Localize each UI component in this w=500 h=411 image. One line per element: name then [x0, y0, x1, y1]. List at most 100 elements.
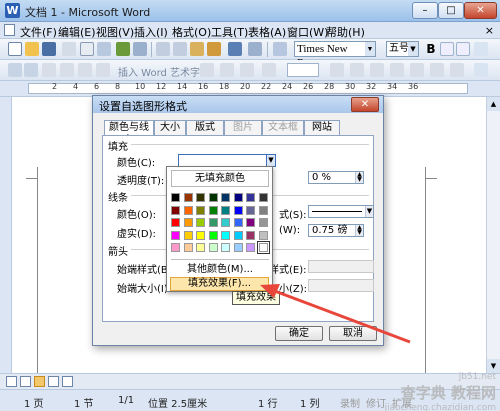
permission-icon[interactable]	[62, 42, 76, 56]
menu-view[interactable]: 视图(V)	[96, 24, 134, 40]
alignment-icon[interactable]	[390, 63, 404, 77]
color-swatch[interactable]	[233, 230, 243, 240]
color-swatch[interactable]	[258, 193, 268, 202]
transparency-input[interactable]: 0 % ▲ ▼	[308, 171, 364, 184]
underline-icon[interactable]	[456, 42, 470, 56]
open-folder-icon[interactable]	[25, 42, 39, 56]
color-swatch[interactable]	[183, 230, 193, 240]
menu-insert[interactable]: 插入(I)	[134, 24, 168, 40]
bold-icon[interactable]: B	[424, 42, 438, 56]
color-swatch[interactable]	[233, 193, 243, 202]
color-swatch[interactable]	[221, 218, 230, 227]
menu-table[interactable]: 表格(A)	[248, 24, 286, 40]
spinner-icon[interactable]: ▲ ▼	[355, 225, 363, 236]
same-height-icon[interactable]	[350, 63, 364, 77]
reading-view-icon[interactable]	[62, 376, 73, 387]
color-swatch[interactable]	[196, 205, 205, 215]
wordart-format-icon[interactable]	[220, 63, 234, 77]
scroll-down-icon[interactable]: ▼	[487, 359, 500, 373]
no-fill-option[interactable]: 无填充颜色	[171, 170, 269, 187]
spelling-icon[interactable]	[116, 42, 130, 56]
document-close-button[interactable]: ×	[485, 24, 494, 37]
redo-icon[interactable]	[248, 42, 262, 56]
color-swatch[interactable]	[171, 243, 180, 252]
italic-icon[interactable]	[440, 42, 454, 56]
draw-table-icon[interactable]	[24, 63, 38, 77]
line-style-select[interactable]: ▼	[308, 205, 374, 218]
group-icon[interactable]	[96, 63, 110, 77]
color-swatch[interactable]	[221, 243, 230, 252]
minimize-button[interactable]: –	[412, 2, 438, 19]
status-rec[interactable]: 录制	[340, 395, 360, 410]
font-name-select[interactable]: Times New Roma▼	[294, 41, 376, 69]
color-swatch[interactable]	[196, 243, 205, 252]
color-swatch[interactable]	[208, 230, 218, 240]
chevron-down-icon[interactable]: ▼	[408, 42, 418, 56]
hyperlink-icon[interactable]	[273, 42, 287, 56]
menu-format[interactable]: 格式(O)	[172, 24, 211, 40]
color-swatch[interactable]	[256, 241, 270, 254]
status-trk[interactable]: 修订	[366, 395, 386, 410]
chevron-down-icon[interactable]: ▼	[365, 42, 375, 56]
shadow-icon[interactable]	[430, 63, 444, 77]
color-swatch[interactable]	[246, 243, 255, 252]
color-swatch[interactable]	[171, 205, 180, 215]
copy-icon[interactable]	[173, 42, 187, 56]
print-preview-icon[interactable]	[97, 42, 111, 56]
text-direction-icon[interactable]	[330, 63, 344, 77]
chevron-down-icon[interactable]: ▼	[365, 206, 373, 217]
color-swatch[interactable]	[208, 218, 218, 227]
undo-icon[interactable]	[228, 42, 242, 56]
color-swatch[interactable]	[196, 218, 205, 227]
spacing-input[interactable]	[287, 63, 319, 77]
toolbar-options-icon[interactable]	[474, 42, 488, 56]
color-swatch[interactable]	[183, 243, 193, 252]
menu-file[interactable]: 文件(F)	[20, 24, 57, 40]
tab-web[interactable]: 网站	[304, 120, 340, 135]
color-swatch[interactable]	[233, 243, 243, 252]
color-swatch[interactable]	[233, 218, 243, 227]
maximize-button[interactable]: □	[438, 2, 464, 19]
more-colors-option[interactable]: 其他颜色(M)...	[171, 263, 269, 276]
color-swatch[interactable]	[196, 230, 205, 240]
color-swatch[interactable]	[246, 230, 255, 240]
paste-icon[interactable]	[190, 42, 204, 56]
normal-view-icon[interactable]	[6, 376, 17, 387]
research-icon[interactable]	[133, 42, 147, 56]
color-swatch[interactable]	[258, 205, 268, 215]
3d-icon[interactable]	[450, 63, 464, 77]
distribute-icon[interactable]	[60, 63, 74, 77]
color-swatch[interactable]	[171, 230, 180, 240]
new-document-icon[interactable]	[8, 42, 22, 56]
tab-colors-lines[interactable]: 颜色与线条	[104, 120, 154, 146]
color-swatch[interactable]	[183, 193, 193, 202]
color-swatch[interactable]	[246, 218, 255, 227]
menu-edit[interactable]: 编辑(E)	[58, 24, 96, 40]
color-swatch[interactable]	[208, 193, 218, 202]
vertical-ruler[interactable]	[0, 97, 12, 373]
color-swatch[interactable]	[208, 205, 218, 215]
print-layout-view-icon[interactable]	[34, 376, 45, 387]
color-swatch[interactable]	[258, 230, 268, 240]
color-swatch[interactable]	[246, 205, 255, 215]
format-painter-icon[interactable]	[207, 42, 221, 56]
color-swatch[interactable]	[221, 193, 230, 202]
menu-tools[interactable]: 工具(T)	[211, 24, 248, 40]
color-swatch[interactable]	[183, 205, 193, 215]
char-spacing-icon[interactable]	[410, 63, 424, 77]
spinner-icon[interactable]: ▲ ▼	[355, 172, 363, 183]
tab-layout[interactable]: 版式	[186, 120, 224, 135]
dialog-title-bar[interactable]: 设置自选图形格式 ✕	[93, 96, 383, 113]
wordart-shape-icon[interactable]	[240, 63, 254, 77]
menu-window[interactable]: 窗口(W)	[287, 24, 328, 40]
wordart-gallery-icon[interactable]	[200, 63, 214, 77]
align-icon[interactable]	[42, 63, 56, 77]
color-swatch[interactable]	[258, 218, 268, 227]
dialog-close-button[interactable]: ✕	[351, 97, 379, 112]
wordart-wrap-icon[interactable]	[262, 63, 276, 77]
vertical-scrollbar[interactable]: ▲ ▼	[486, 97, 500, 373]
color-swatch[interactable]	[171, 193, 180, 202]
color-swatch[interactable]	[208, 243, 218, 252]
print-icon[interactable]	[80, 42, 94, 56]
scroll-up-icon[interactable]: ▲	[487, 97, 500, 111]
